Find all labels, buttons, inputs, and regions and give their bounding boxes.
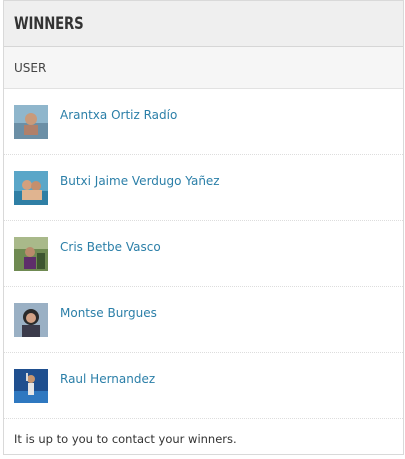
winner-row: Arantxa Ortiz Radío xyxy=(4,89,403,155)
winner-name-link[interactable]: Arantxa Ortiz Radío xyxy=(60,108,177,122)
user-column-header: USER xyxy=(4,47,403,89)
avatar-photo-icon xyxy=(14,302,48,337)
user-column-label: USER xyxy=(14,60,47,75)
avatar-photo-icon xyxy=(14,368,48,403)
winner-row: Raul Hernandez xyxy=(4,353,403,419)
winner-row: Montse Burgues xyxy=(4,287,403,353)
avatar[interactable] xyxy=(14,104,48,139)
winner-name-link[interactable]: Cris Betbe Vasco xyxy=(60,240,161,254)
avatar-photo-icon xyxy=(14,104,48,139)
panel-header: WINNERS xyxy=(4,1,403,47)
avatar[interactable] xyxy=(14,368,48,403)
avatar-photo-icon xyxy=(14,170,48,205)
panel-title: WINNERS xyxy=(14,13,84,34)
winner-name-link[interactable]: Montse Burgues xyxy=(60,306,157,320)
avatar[interactable] xyxy=(14,170,48,205)
avatar[interactable] xyxy=(14,236,48,271)
winners-panel: WINNERS USER Arantxa Ortiz Radío Butxi J… xyxy=(3,0,404,455)
winner-row: Butxi Jaime Verdugo Yañez xyxy=(4,155,403,221)
avatar[interactable] xyxy=(14,302,48,337)
winner-row: Cris Betbe Vasco xyxy=(4,221,403,287)
winner-name-link[interactable]: Butxi Jaime Verdugo Yañez xyxy=(60,174,220,188)
footer-note: It is up to you to contact your winners. xyxy=(14,432,237,446)
winner-name-link[interactable]: Raul Hernandez xyxy=(60,372,155,386)
avatar-photo-icon xyxy=(14,236,48,271)
